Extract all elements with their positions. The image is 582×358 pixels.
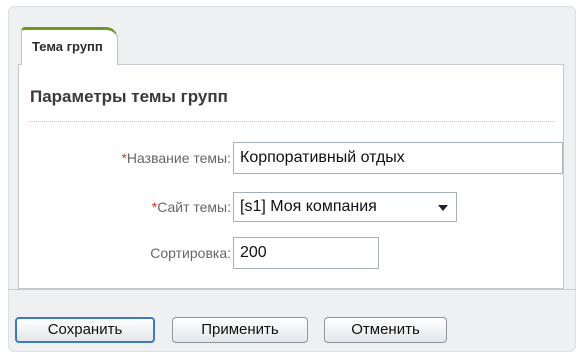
panel-title: Параметры темы групп	[30, 87, 228, 106]
name-label: Название темы:	[126, 150, 231, 166]
site-select[interactable]: [s1] Моя компания	[233, 192, 457, 222]
site-label-row: *Сайт темы:	[152, 199, 231, 215]
chevron-down-icon	[438, 205, 448, 211]
topic-name-input[interactable]: Корпоративный отдых	[233, 142, 563, 174]
tab-topic-groups[interactable]: Тема групп	[21, 27, 118, 65]
cancel-button[interactable]: Отменить	[324, 317, 447, 343]
site-label: Сайт темы:	[157, 199, 231, 215]
site-select-value: [s1] Моя компания	[240, 198, 377, 215]
save-button[interactable]: Сохранить	[15, 317, 155, 343]
sort-label-row: Сортировка:	[150, 245, 231, 261]
name-label-row: *Название темы:	[121, 150, 231, 166]
sort-input[interactable]: 200	[233, 237, 379, 269]
settings-panel: Параметры темы групп *Название темы: Кор…	[18, 64, 564, 289]
apply-button[interactable]: Применить	[172, 317, 308, 343]
divider	[29, 121, 555, 122]
sort-label: Сортировка:	[150, 245, 231, 261]
tab-label: Тема групп	[32, 39, 103, 54]
footer-divider	[8, 289, 576, 290]
